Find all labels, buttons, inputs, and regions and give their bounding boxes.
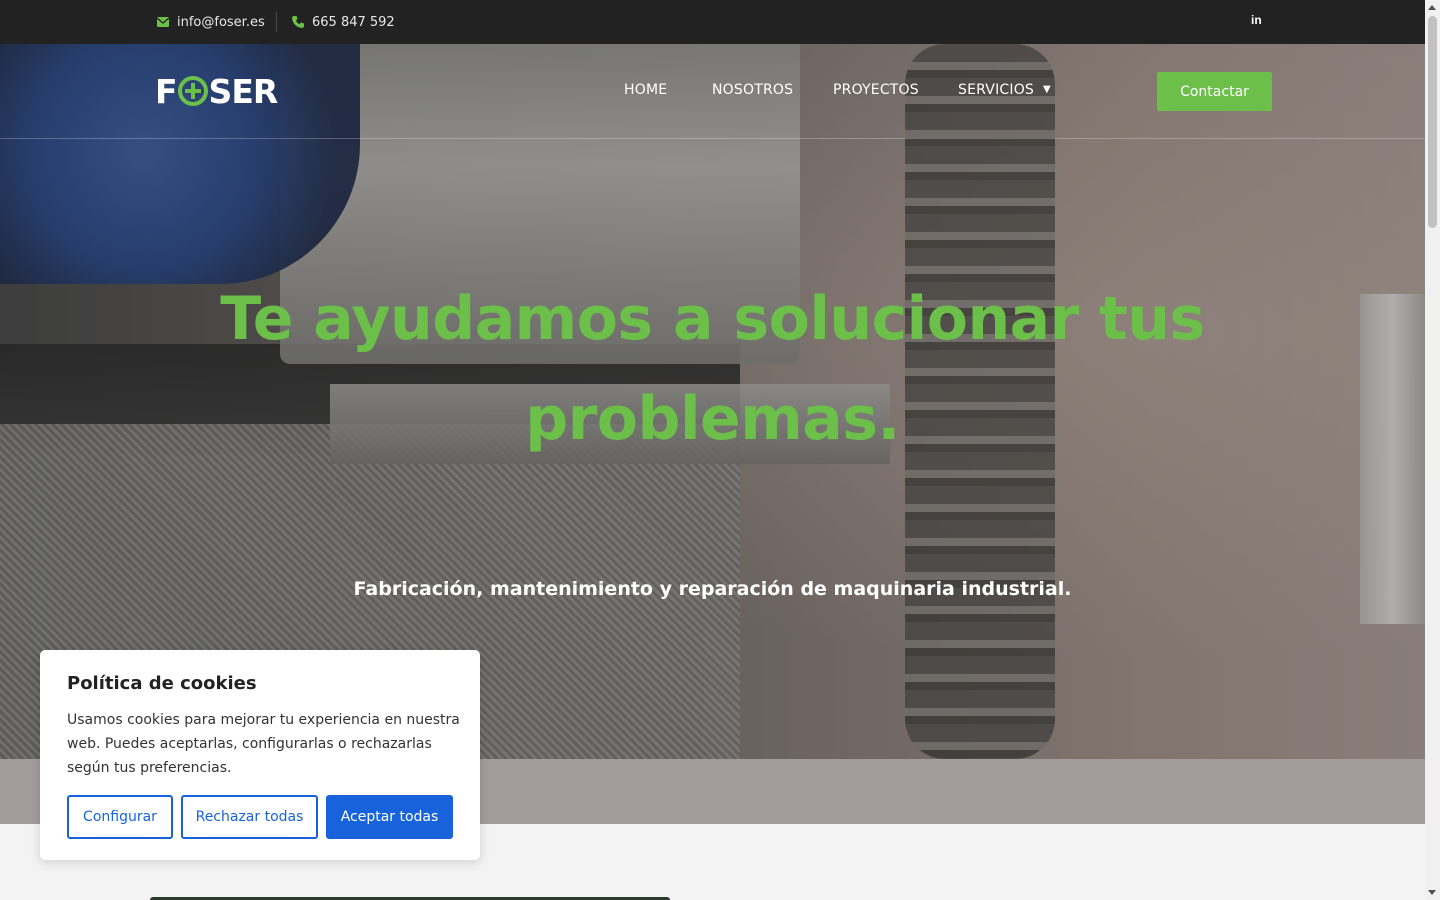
nav-item-servicios[interactable]: SERVICIOS ▼ bbox=[958, 82, 1051, 98]
hero-title-line-2: problemas. bbox=[525, 384, 900, 454]
contact-button[interactable]: Contactar bbox=[1157, 72, 1272, 111]
envelope-icon bbox=[157, 17, 169, 27]
configure-cookies-button[interactable]: Configurar bbox=[67, 795, 173, 839]
phone-icon bbox=[292, 16, 304, 28]
logo-emblem-icon bbox=[177, 76, 208, 106]
cookie-title: Política de cookies bbox=[67, 673, 257, 694]
foser-logo[interactable]: F SER bbox=[155, 71, 279, 111]
cookie-banner: Política de cookies Usamos cookies para … bbox=[40, 650, 480, 860]
nav-item-servicios-label: SERVICIOS bbox=[958, 82, 1035, 98]
cookie-text: Usamos cookies para mejorar tu experienc… bbox=[67, 712, 460, 776]
scrollbar-thumb[interactable] bbox=[1428, 16, 1437, 228]
email-link[interactable]: info@foser.es bbox=[157, 0, 265, 44]
top-bar: info@foser.es 665 847 592 in bbox=[0, 0, 1425, 44]
header-divider bbox=[0, 138, 1425, 139]
divider bbox=[276, 12, 277, 32]
page-scrollbar[interactable] bbox=[1425, 0, 1440, 900]
chevron-down-icon: ▼ bbox=[1043, 84, 1051, 95]
hero-subtitle: Fabricación, mantenimiento y reparación … bbox=[353, 578, 1072, 600]
scroll-up-icon[interactable] bbox=[1428, 5, 1436, 10]
scroll-down-icon[interactable] bbox=[1428, 890, 1436, 895]
email-text: info@foser.es bbox=[177, 14, 265, 30]
linkedin-icon[interactable]: in bbox=[1251, 13, 1262, 27]
hero-title: Te ayudamos a solucionar tus problemas. bbox=[0, 269, 1425, 469]
logo-text-left: F bbox=[155, 71, 178, 111]
nav-item-home[interactable]: HOME bbox=[624, 82, 667, 98]
page: info@foser.es 665 847 592 in F SER HOME N… bbox=[0, 0, 1425, 900]
logo-text-right: SER bbox=[208, 71, 279, 111]
accept-all-button[interactable]: Aceptar todas bbox=[326, 795, 453, 839]
phone-link[interactable]: 665 847 592 bbox=[292, 0, 395, 44]
nav-item-nosotros[interactable]: NOSOTROS bbox=[712, 82, 793, 98]
phone-text: 665 847 592 bbox=[312, 14, 395, 30]
reject-all-button[interactable]: Rechazar todas bbox=[181, 795, 318, 839]
nav-item-proyectos[interactable]: PROYECTOS bbox=[833, 82, 919, 98]
hero-title-line-1: Te ayudamos a solucionar tus bbox=[220, 284, 1205, 354]
